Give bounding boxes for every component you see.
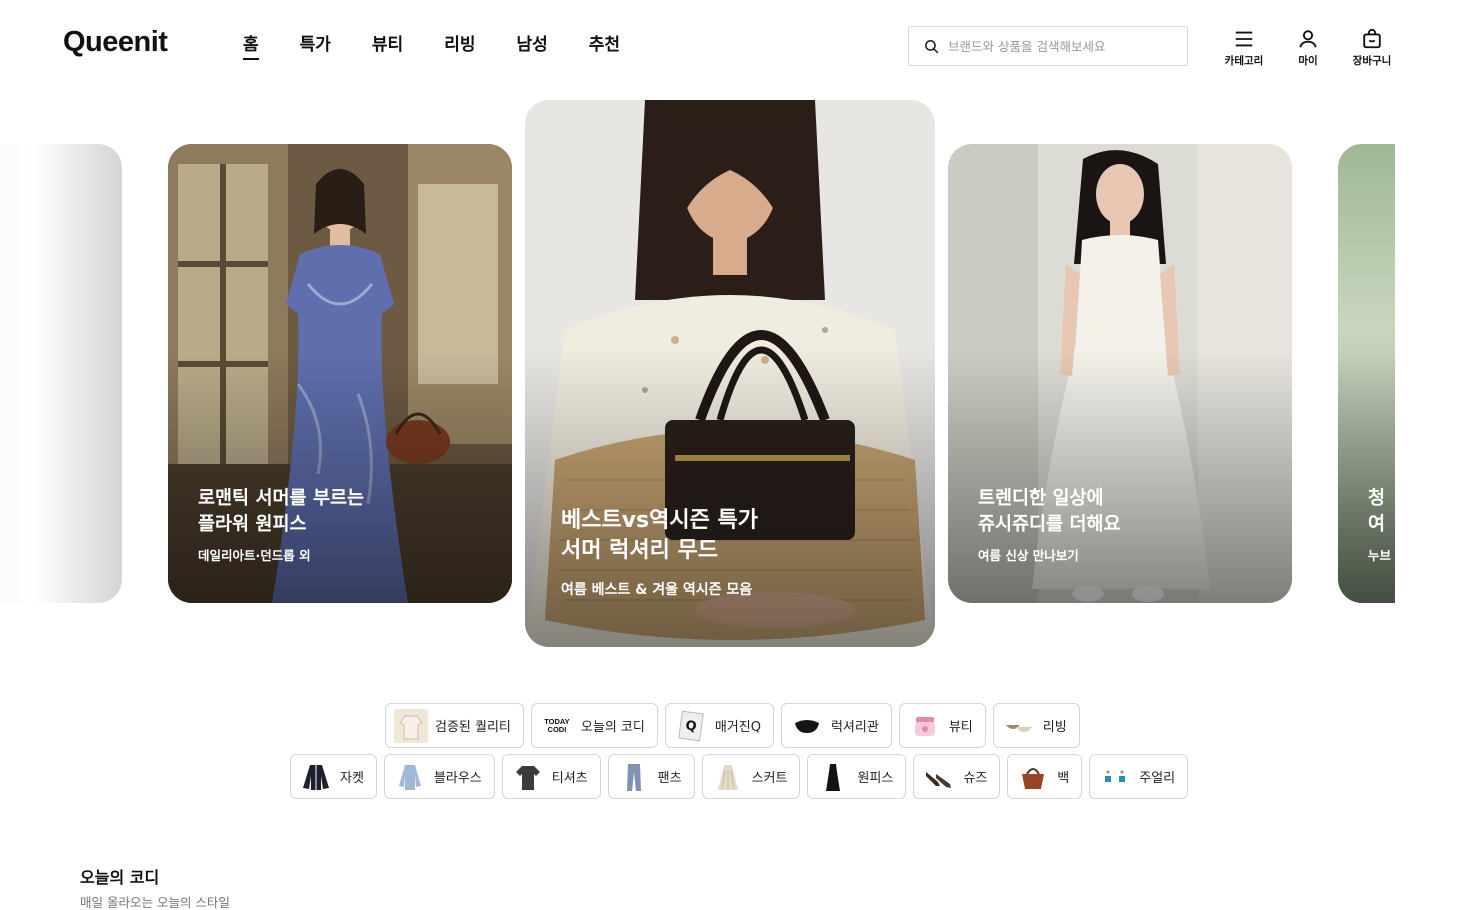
dress-icon [816, 760, 850, 794]
logo[interactable]: Queenit [63, 26, 168, 59]
cart-label: 장바구니 [1352, 55, 1392, 67]
my-label: 마이 [1298, 55, 1318, 67]
chip-verified-quality[interactable]: 검증된 퀄리티 [385, 703, 524, 748]
nav-home[interactable]: 홈 [243, 33, 259, 60]
banner-title: 청 여 [1368, 488, 1386, 535]
chip-jacket[interactable]: 자켓 [290, 754, 377, 799]
bowls-icon [1002, 709, 1036, 743]
chip-beauty[interactable]: 뷰티 [898, 703, 986, 748]
bag-icon [1363, 28, 1381, 49]
chip-skirt[interactable]: 스커트 [701, 754, 801, 799]
blouse-thumbnail-icon [394, 708, 428, 743]
heels-icon [922, 760, 956, 794]
chip-bag[interactable]: 백 [1007, 754, 1083, 799]
banner-gradient [168, 350, 512, 603]
jeans-icon [617, 760, 651, 794]
banner-subtitle: 여름 신상 만나보기 [978, 548, 1079, 563]
chip-tshirt[interactable]: 티셔츠 [501, 754, 601, 799]
banner-title: 트렌디한 일상에 쥬시쥬디를 더해요 [978, 488, 1121, 535]
skirt-icon [711, 760, 745, 794]
earrings-icon [1098, 760, 1132, 794]
chip-blouse[interactable]: 블라우스 [383, 754, 495, 799]
search-box[interactable] [908, 26, 1188, 66]
banner-card-flower-dress[interactable]: 로맨틱 서머를 부르는 플라워 원피스 데일리아트·던드롭 외 [168, 144, 512, 603]
chip-today-codi[interactable]: TODAY CODI 오늘의 코디 [530, 703, 658, 748]
chip-living[interactable]: 리빙 [992, 703, 1080, 748]
menu-icon [1235, 31, 1253, 47]
nav-recommend[interactable]: 추천 [589, 33, 620, 60]
search-input[interactable] [948, 38, 1178, 54]
bag-icon [1016, 760, 1050, 794]
header: Queenit 홈 특가 뷰티 리빙 남성 추천 카테고리 마이 장바구니 [0, 0, 1475, 92]
blouse-icon [393, 760, 427, 794]
search-icon [925, 39, 939, 53]
cart-button[interactable]: 장바구니 [1344, 28, 1400, 68]
chip-shoes[interactable]: 슈즈 [913, 754, 1001, 799]
quick-menu-row-1: 검증된 퀄리티 TODAY CODI 오늘의 코디 Q 매거진Q 럭셔리관 뷰티… [385, 703, 1087, 748]
banner-gradient [1338, 350, 1395, 603]
nav-living[interactable]: 리빙 [444, 33, 475, 60]
banner-gradient [948, 350, 1292, 603]
magazine-q-icon: Q [674, 709, 708, 743]
banner-subtitle: 여름 베스트 & 겨울 역시즌 모음 [561, 582, 753, 598]
banner-card-luxury[interactable]: 베스트vs역시즌 특가 서머 럭셔리 무드 여름 베스트 & 겨울 역시즌 모음 [525, 100, 935, 647]
chip-luxury[interactable]: 럭셔리관 [780, 703, 892, 748]
category-label: 카테고리 [1224, 55, 1264, 67]
tshirt-icon [511, 760, 545, 794]
section-title: 오늘의 코디 [80, 868, 160, 887]
chip-dress[interactable]: 원피스 [807, 754, 907, 799]
section-subtitle: 매일 올라오는 오늘의 스타일 [80, 895, 230, 910]
jacket-icon [299, 760, 333, 794]
banner-card-juicy-judy[interactable]: 트렌디한 일상에 쥬시쥬디를 더해요 여름 신상 만나보기 [948, 144, 1292, 603]
banner-title: 로맨틱 서머를 부르는 플라워 원피스 [198, 488, 365, 535]
banner-gradient [525, 346, 935, 647]
quick-menu-row-2: 자켓 블라우스 티셔츠 팬츠 스커트 원피스 슈즈 백 주얼리 [290, 754, 1195, 799]
banner-card-next[interactable]: 청 여 누브 [1338, 144, 1395, 603]
nav-men[interactable]: 남성 [516, 33, 547, 60]
my-page-button[interactable]: 마이 [1280, 28, 1336, 68]
banner-title: 베스트vs역시즌 특가 서머 럭셔리 무드 [561, 508, 759, 564]
banner-image [0, 144, 122, 603]
banner-subtitle: 데일리아트·던드롭 외 [198, 548, 311, 563]
banner-subtitle: 누브 [1368, 548, 1392, 563]
chip-magazine-q[interactable]: Q 매거진Q [664, 703, 774, 748]
category-button[interactable]: 카테고리 [1216, 28, 1272, 68]
luxury-bag-icon [790, 709, 824, 743]
nav-deals[interactable]: 특가 [300, 33, 331, 60]
nav-beauty[interactable]: 뷰티 [372, 33, 403, 60]
chip-pants[interactable]: 팬츠 [607, 754, 695, 799]
chip-jewelry[interactable]: 주얼리 [1089, 754, 1189, 799]
today-codi-logo-icon: TODAY CODI [544, 717, 570, 734]
cosmetic-jar-icon [908, 709, 942, 743]
banner-card-prev[interactable] [0, 144, 122, 603]
main-nav: 홈 특가 뷰티 리빙 남성 추천 [243, 33, 661, 60]
user-icon [1299, 30, 1317, 48]
